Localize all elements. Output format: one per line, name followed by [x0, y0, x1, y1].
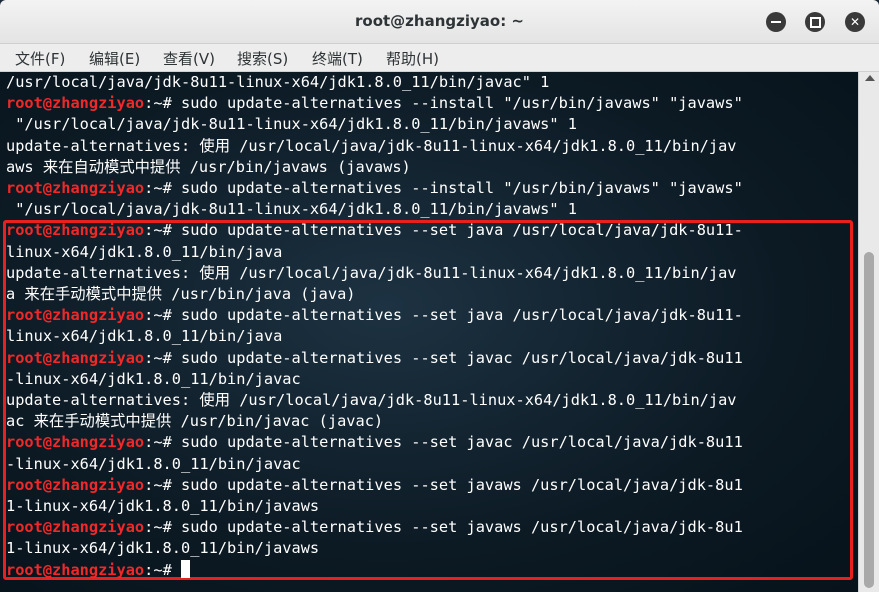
line-text: :~# sudo update-alternatives --set javaw…: [144, 475, 743, 494]
menu-help[interactable]: 帮助(H): [386, 48, 439, 69]
line-text: linux-x64/jdk1.8.0_11/bin/java: [6, 242, 283, 261]
terminal-line: ac 来在手动模式中提供 /usr/bin/javac (javac): [6, 411, 383, 432]
line-text: update-alternatives: 使用 /usr/local/java/…: [6, 391, 737, 409]
line-text: 1-linux-x64/jdk1.8.0_11/bin/javaws: [6, 539, 320, 558]
terminal-line: update-alternatives: 使用 /usr/local/java/…: [6, 136, 737, 157]
terminal-line: root@zhangziyao:~# sudo update-alternati…: [6, 517, 743, 538]
line-text: :~# sudo update-alternatives --set java …: [144, 221, 743, 240]
terminal-line: root@zhangziyao:~# sudo update-alternati…: [6, 432, 743, 453]
terminal-line: /usr/local/java/jdk-8u11-linux-x64/jdk1.…: [6, 72, 549, 93]
terminal-line: root@zhangziyao:~#: [6, 559, 190, 581]
line-text: :~# sudo update-alternatives --set java …: [144, 306, 743, 325]
line-text: ac 来在手动模式中提供 /usr/bin/javac (javac): [6, 412, 384, 431]
terminal-line: root@zhangziyao:~# sudo update-alternati…: [6, 305, 743, 326]
line-text: aws 来在自动模式中提供 /usr/bin/javaws (javaws): [6, 157, 411, 176]
maximize-icon[interactable]: [805, 12, 825, 32]
terminal-line: root@zhangziyao:~# sudo update-alternati…: [6, 348, 743, 369]
line-text: :~# sudo update-alternatives --set javaw…: [144, 518, 743, 537]
line-text: linux-x64/jdk1.8.0_11/bin/java: [6, 327, 283, 346]
terminal-line: update-alternatives: 使用 /usr/local/java/…: [6, 390, 737, 411]
scrollbar[interactable]: [858, 72, 879, 592]
shell-prompt: root@zhangziyao: [6, 433, 145, 452]
line-text: -linux-x64/jdk1.8.0_11/bin/javac: [6, 369, 301, 388]
menu-edit[interactable]: 编辑(E): [89, 48, 140, 69]
line-text: :~# sudo update-alternatives --install "…: [144, 94, 743, 113]
terminal-line: root@zhangziyao:~# sudo update-alternati…: [6, 178, 743, 199]
line-text: a 来在手动模式中提供 /usr/bin/java (java): [6, 285, 356, 303]
line-text: :~# sudo update-alternatives --set javac…: [144, 348, 743, 367]
close-icon[interactable]: ✕: [845, 12, 865, 32]
terminal-line: linux-x64/jdk1.8.0_11/bin/java: [6, 326, 282, 347]
menu-terminal[interactable]: 终端(T): [312, 48, 363, 69]
minimize-icon[interactable]: [766, 12, 786, 32]
terminal-line: root@zhangziyao:~# sudo update-alternati…: [6, 475, 743, 496]
line-text: -linux-x64/jdk1.8.0_11/bin/javac: [6, 454, 301, 473]
terminal-line: root@zhangziyao:~# sudo update-alternati…: [6, 220, 743, 241]
line-text: 1-linux-x64/jdk1.8.0_11/bin/javaws: [6, 497, 320, 515]
shell-prompt: root@zhangziyao: [6, 475, 145, 494]
line-text: :~#: [144, 560, 181, 579]
scroll-up-icon[interactable]: [865, 75, 875, 81]
menu-search[interactable]: 搜索(S): [237, 48, 288, 69]
terminal-line: -linux-x64/jdk1.8.0_11/bin/javac: [6, 454, 301, 475]
terminal-line: a 来在手动模式中提供 /usr/bin/java (java): [6, 284, 356, 305]
terminal-line: -linux-x64/jdk1.8.0_11/bin/javac: [6, 369, 301, 390]
line-text: update-alternatives: 使用 /usr/local/java/…: [6, 136, 737, 155]
line-text: "/usr/local/java/jdk-8u11-linux-x64/jdk1…: [6, 200, 577, 219]
terminal-window: root@zhangziyao: ~ ✕ 文件(F) 编辑(E) 查看(V) 搜…: [0, 0, 879, 592]
shell-prompt: root@zhangziyao: [6, 518, 145, 537]
line-text: "/usr/local/java/jdk-8u11-linux-x64/jdk1…: [6, 115, 577, 134]
line-text: :~# sudo update-alternatives --set javac…: [144, 433, 743, 452]
terminal-output[interactable]: /usr/local/java/jdk-8u11-linux-x64/jdk1.…: [0, 72, 858, 592]
menu-file[interactable]: 文件(F): [15, 48, 65, 69]
menu-view[interactable]: 查看(V): [163, 48, 215, 69]
shell-prompt: root@zhangziyao: [6, 306, 145, 325]
shell-prompt: root@zhangziyao: [6, 560, 145, 579]
text-cursor: [181, 559, 190, 578]
terminal-line: aws 来在自动模式中提供 /usr/bin/javaws (javaws): [6, 157, 411, 178]
shell-prompt: root@zhangziyao: [6, 179, 145, 197]
title-bar[interactable]: root@zhangziyao: ~ ✕: [0, 0, 879, 44]
line-text: /usr/local/java/jdk-8u11-linux-x64/jdk1.…: [6, 73, 550, 91]
terminal-line: root@zhangziyao:~# sudo update-alternati…: [6, 93, 743, 114]
menu-bar: 文件(F) 编辑(E) 查看(V) 搜索(S) 终端(T) 帮助(H): [0, 44, 879, 72]
shell-prompt: root@zhangziyao: [6, 221, 145, 240]
terminal-line: "/usr/local/java/jdk-8u11-linux-x64/jdk1…: [6, 199, 577, 220]
scrollbar-thumb[interactable]: [864, 252, 874, 588]
shell-prompt: root@zhangziyao: [6, 348, 145, 367]
terminal-line: "/usr/local/java/jdk-8u11-linux-x64/jdk1…: [6, 114, 577, 135]
terminal-line: linux-x64/jdk1.8.0_11/bin/java: [6, 242, 282, 263]
line-text: :~# sudo update-alternatives --install "…: [144, 179, 743, 197]
terminal-line: 1-linux-x64/jdk1.8.0_11/bin/javaws: [6, 496, 319, 517]
terminal-line: update-alternatives: 使用 /usr/local/java/…: [6, 263, 737, 284]
line-text: update-alternatives: 使用 /usr/local/java/…: [6, 263, 737, 282]
window-title: root@zhangziyao: ~: [355, 12, 524, 30]
shell-prompt: root@zhangziyao: [6, 94, 145, 113]
terminal-line: 1-linux-x64/jdk1.8.0_11/bin/javaws: [6, 538, 319, 559]
